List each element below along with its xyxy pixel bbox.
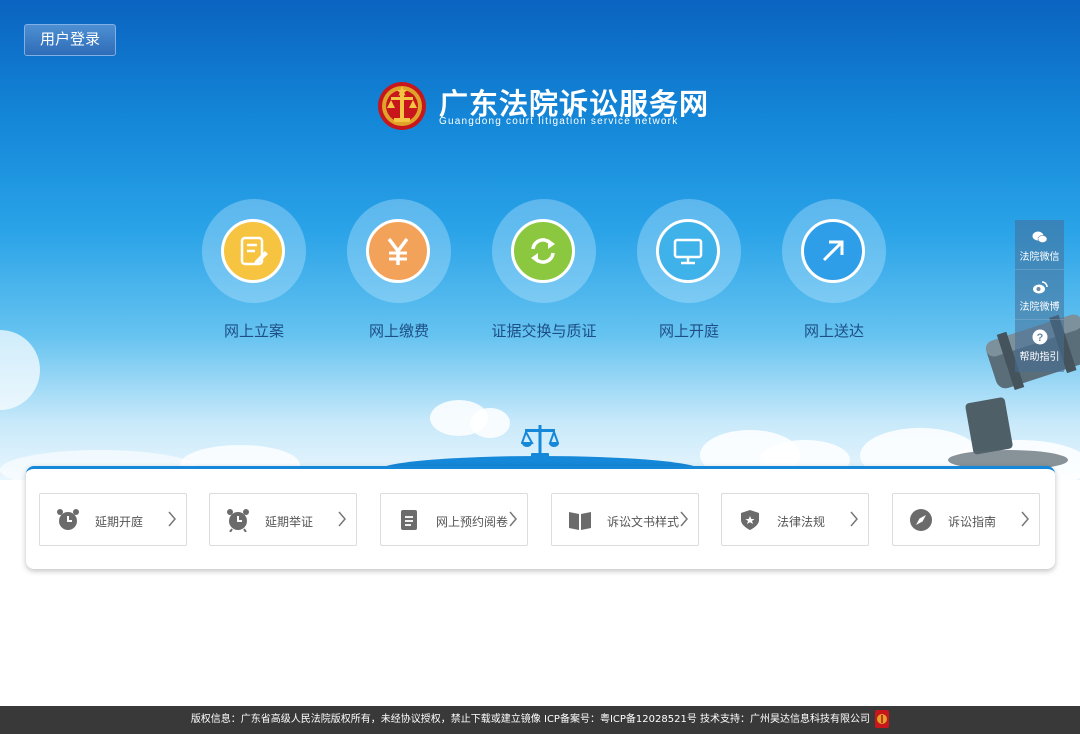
- exchange-arrows-icon: [511, 219, 575, 283]
- quick-link-book-file-review[interactable]: 网上预约阅卷: [380, 493, 528, 546]
- quick-link-label: 延期举证: [265, 515, 314, 529]
- shield-star-icon: [741, 510, 759, 530]
- send-arrow-icon: [801, 219, 865, 283]
- site-brand[interactable]: 广东法院诉讼服务网 Guangdong court litigation ser…: [377, 80, 717, 136]
- chevron-right-icon: [680, 511, 688, 527]
- footer-copyright: 版权信息：广东省高级人民法院版权所有，未经协议授权，禁止下载或建立镜像 ICP备…: [190, 714, 870, 725]
- quick-link-laws-regulations[interactable]: 法律法规: [721, 493, 869, 546]
- quick-link-litigation-guide[interactable]: 诉讼指南: [892, 493, 1040, 546]
- wechat-icon: [1032, 231, 1047, 243]
- side-panel: 法院微信 法院微博 ? 帮助指引: [1015, 220, 1064, 372]
- quick-link-label: 网上预约阅卷: [436, 515, 509, 529]
- quick-link-label: 诉讼指南: [948, 515, 997, 529]
- site-subtitle: Guangdong court litigation service netwo…: [439, 116, 679, 127]
- quick-link-postpone-hearing[interactable]: 延期开庭: [39, 493, 187, 546]
- compass-icon: [910, 509, 932, 531]
- chevron-right-icon: [509, 511, 517, 527]
- chevron-right-icon: [168, 511, 176, 527]
- service-label: 证据交换与质证: [491, 322, 597, 340]
- clipboard-icon: [401, 510, 417, 530]
- service-label: 网上立案: [223, 322, 284, 340]
- monitor-icon: [656, 219, 720, 283]
- quick-link-document-templates[interactable]: 诉讼文书样式: [551, 493, 699, 546]
- chevron-right-icon: [850, 511, 858, 527]
- service-label: 网上开庭: [658, 322, 719, 340]
- side-item-weibo[interactable]: 法院微博: [1015, 270, 1064, 320]
- alarm-clock-icon: [227, 509, 249, 532]
- court-emblem-icon: [378, 82, 426, 130]
- service-label: 网上送达: [803, 322, 864, 340]
- side-item-label: 法院微信: [1019, 252, 1060, 263]
- service-menu: 网上立案 网上缴费 证据交换与质证 网上开庭 网上送达: [196, 199, 886, 349]
- court-emblem-icon: [875, 710, 890, 728]
- yen-icon: [366, 219, 430, 283]
- chevron-right-icon: [338, 511, 346, 527]
- side-item-help[interactable]: ? 帮助指引: [1015, 320, 1064, 370]
- alarm-clock-icon: [57, 509, 79, 530]
- quick-link-label: 延期开庭: [95, 515, 144, 529]
- quick-link-label: 法律法规: [777, 515, 826, 529]
- help-icon: ?: [1032, 329, 1047, 345]
- quick-link-postpone-evidence[interactable]: 延期举证: [209, 493, 357, 546]
- book-icon: [569, 512, 591, 530]
- side-item-label: 法院微博: [1019, 302, 1060, 313]
- side-item-label: 帮助指引: [1019, 352, 1060, 363]
- side-item-wechat[interactable]: 法院微信: [1015, 220, 1064, 270]
- svg-text:?: ?: [1036, 332, 1043, 344]
- chevron-right-icon: [1021, 511, 1029, 527]
- scales-of-justice-icon: [521, 425, 559, 457]
- document-edit-icon: [221, 219, 285, 283]
- weibo-icon: [1032, 281, 1048, 294]
- user-login-button[interactable]: 用户登录: [24, 24, 116, 56]
- quick-link-label: 诉讼文书样式: [607, 515, 680, 529]
- service-label: 网上缴费: [368, 322, 429, 340]
- footer: 版权信息：广东省高级人民法院版权所有，未经协议授权，禁止下载或建立镜像 ICP备…: [0, 706, 1080, 734]
- quick-links-card: 延期开庭 延期举证 网上预约阅卷 诉讼文书样式 法律法规 诉讼指南: [26, 466, 1055, 569]
